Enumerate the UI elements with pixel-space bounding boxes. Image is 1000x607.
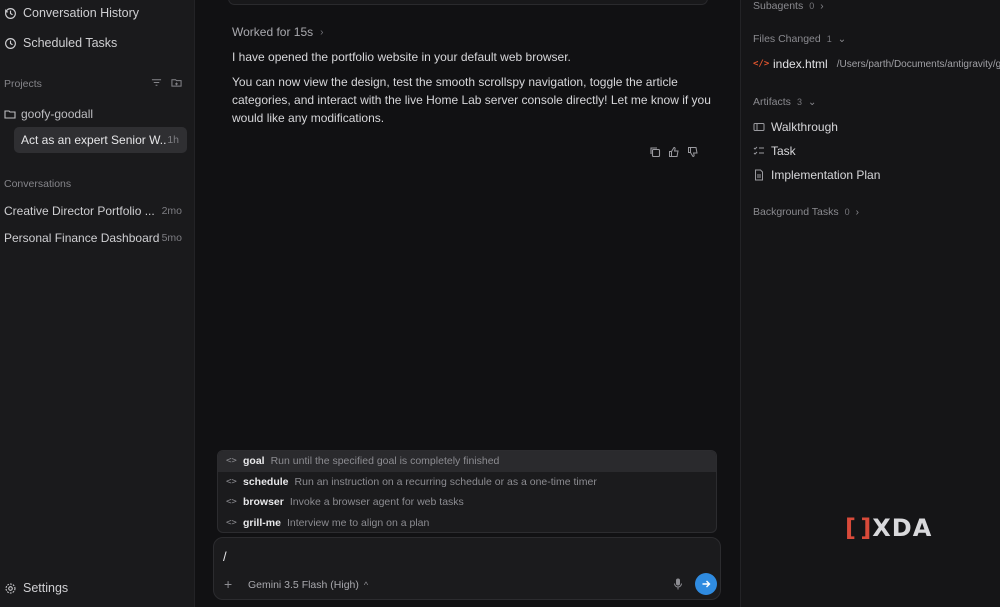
command-option-schedule[interactable]: <> schedule Run an instruction on a recu… [218, 472, 716, 493]
chevron-down-icon: ⌄ [837, 33, 847, 45]
document-icon [755, 169, 763, 181]
arrow-right-icon [702, 580, 711, 588]
command-option-goal[interactable]: <> goal Run until the specified goal is … [218, 451, 716, 472]
code-brackets-icon: <> [226, 497, 237, 508]
nav-conversation-history[interactable]: Conversation History [4, 2, 139, 24]
artifacts-header[interactable]: Artifacts 3 ⌄ [753, 96, 816, 108]
xda-logo-text: XDA [872, 514, 933, 542]
files-changed-count: 1 [826, 34, 832, 44]
artifact-label: Task [771, 144, 796, 158]
code-file-icon: </> [753, 59, 770, 69]
add-attachment-button[interactable]: + [224, 576, 232, 592]
conversation-title: Act as an expert Senior W... [21, 133, 168, 147]
previous-message-card [228, 0, 708, 5]
conversations-title: Conversations [4, 178, 72, 190]
background-tasks-label: Background Tasks [753, 206, 839, 218]
artifact-label: Walkthrough [771, 120, 838, 134]
folder-icon [4, 110, 16, 119]
xda-watermark: [ ] XDA [845, 514, 932, 542]
checklist-icon [753, 146, 764, 155]
command-name: goal [243, 455, 265, 468]
code-brackets-icon: <> [226, 476, 237, 487]
send-button[interactable] [695, 573, 717, 595]
subagents-header[interactable]: Subagents 0 › [753, 0, 824, 12]
code-brackets-icon: <> [226, 456, 237, 467]
command-desc: Run an instruction on a recurring schedu… [294, 475, 597, 488]
project-item[interactable]: goofy-goodall [4, 106, 93, 122]
subagents-label: Subagents [753, 0, 804, 12]
chevron-right-icon: › [855, 206, 859, 218]
command-desc: Run until the specified goal is complete… [270, 455, 500, 468]
chevron-right-icon: › [820, 0, 824, 12]
artifact-label: Implementation Plan [771, 168, 881, 182]
assistant-message-line: I have opened the portfolio website in y… [232, 50, 571, 64]
artifact-task[interactable]: Task [753, 144, 796, 158]
microphone-button[interactable] [673, 578, 683, 593]
slash-command-menu: <> goal Run until the specified goal is … [217, 450, 717, 533]
conversation-title: Personal Finance Dashboard [4, 231, 160, 245]
artifact-walkthrough[interactable]: Walkthrough [753, 120, 838, 134]
conversation-time: 2mo [161, 205, 182, 217]
command-option-browser[interactable]: <> browser Invoke a browser agent for we… [218, 492, 716, 513]
thumbs-up-icon[interactable] [668, 146, 680, 158]
artifacts-label: Artifacts [753, 96, 791, 108]
projects-title: Projects [4, 78, 42, 90]
message-composer[interactable]: / + Gemini 3.5 Flash (High) ^ [213, 537, 721, 600]
copy-icon[interactable] [649, 146, 661, 158]
sidebar: Conversation History Scheduled Tasks Pro… [0, 0, 195, 607]
active-conversation[interactable]: Act as an expert Senior W... 1h [14, 127, 187, 153]
command-name: grill-me [243, 516, 281, 529]
chevron-up-icon: ^ [363, 580, 369, 590]
files-changed-header[interactable]: Files Changed 1 ⌄ [753, 33, 846, 45]
file-name: index.html [773, 57, 828, 71]
assistant-message-line: You can now view the design, test the sm… [232, 75, 711, 125]
settings-button[interactable]: Settings [4, 577, 68, 599]
conversation-time: 5mo [161, 232, 182, 244]
xda-logo-bracket-icon: [ ] [845, 514, 871, 542]
command-name: schedule [243, 475, 289, 488]
conversation-item[interactable]: Personal Finance Dashboard 5mo [4, 231, 182, 245]
command-desc: Interview me to align on a plan [286, 516, 430, 529]
project-name: goofy-goodall [21, 107, 94, 121]
history-icon [5, 7, 16, 19]
project-tools [151, 77, 182, 88]
command-desc: Invoke a browser agent for web tasks [289, 496, 464, 509]
conversation-title: Creative Director Portfolio ... [4, 204, 155, 218]
artifacts-count: 3 [796, 97, 802, 107]
worked-label: Worked for 15s [232, 25, 314, 39]
subagents-count: 0 [809, 1, 815, 11]
background-tasks-count: 0 [844, 207, 850, 217]
composer-input[interactable]: / [223, 549, 227, 564]
nav-label: Conversation History [23, 6, 140, 20]
model-selector[interactable]: Gemini 3.5 Flash (High) ^ [248, 579, 368, 591]
microphone-icon [674, 578, 682, 590]
chat-main: Worked for 15s › I have opened the portf… [196, 0, 739, 607]
model-label: Gemini 3.5 Flash (High) [248, 579, 359, 591]
message-actions [649, 146, 699, 158]
walkthrough-icon [753, 123, 765, 131]
code-brackets-icon: <> [226, 517, 237, 528]
filter-icon[interactable] [151, 77, 162, 88]
chevron-right-icon: › [320, 26, 324, 38]
command-name: browser [243, 496, 284, 509]
new-folder-icon[interactable] [171, 77, 182, 88]
worked-toggle[interactable]: Worked for 15s › [232, 25, 324, 39]
clock-icon [5, 37, 16, 49]
artifact-implementation-plan[interactable]: Implementation Plan [753, 168, 880, 182]
background-tasks-header[interactable]: Background Tasks 0 › [753, 206, 859, 218]
command-option-grill-me[interactable]: <> grill-me Interview me to align on a p… [218, 513, 716, 533]
nav-scheduled-tasks[interactable]: Scheduled Tasks [4, 32, 117, 54]
gear-icon [5, 583, 16, 593]
conversation-item[interactable]: Creative Director Portfolio ... 2mo [4, 204, 182, 218]
nav-label: Scheduled Tasks [23, 36, 118, 50]
changed-file[interactable]: </> index.html /Users/parth/Documents/an… [753, 57, 1000, 71]
file-path: /Users/parth/Documents/antigravity/g [836, 58, 1000, 70]
chevron-down-icon: ⌄ [807, 96, 817, 108]
settings-label: Settings [23, 581, 69, 595]
thumbs-down-icon[interactable] [687, 146, 699, 158]
files-changed-label: Files Changed [753, 33, 821, 45]
conversation-time: 1h [167, 134, 179, 146]
